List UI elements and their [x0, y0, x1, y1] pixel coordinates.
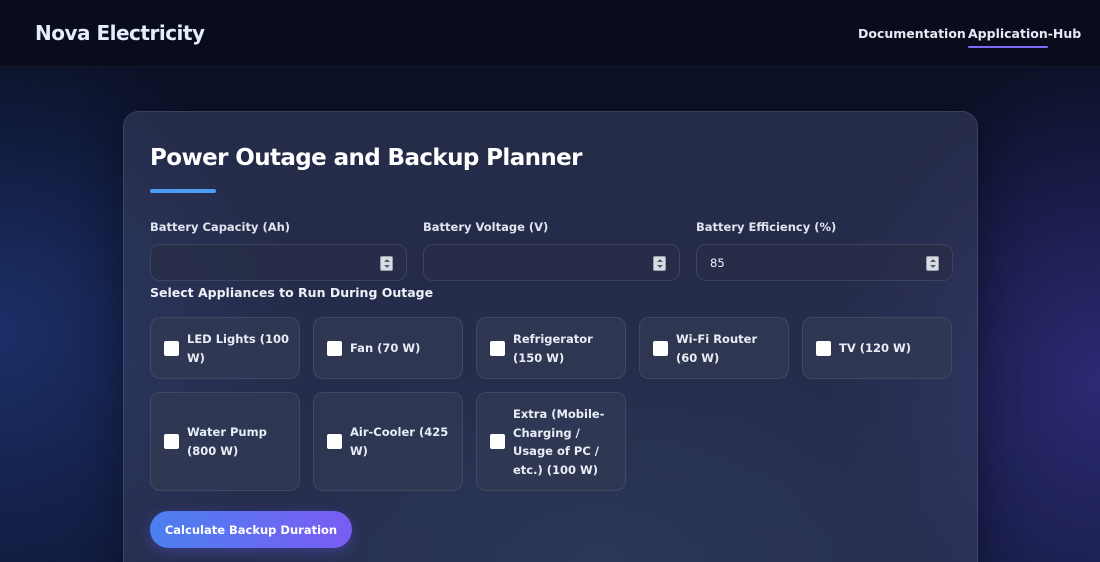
battery-voltage-input[interactable]: [424, 245, 679, 280]
checkbox[interactable]: [164, 341, 179, 356]
spinner-arrows-icon[interactable]: [380, 256, 393, 271]
brand-logo-text[interactable]: Nova Electricity: [35, 21, 205, 45]
checkbox[interactable]: [327, 434, 342, 449]
battery-efficiency-field-wrapper: [696, 244, 953, 281]
calculate-backup-button[interactable]: Calculate Backup Duration: [150, 511, 352, 548]
battery-efficiency-label: Battery Efficiency (%): [696, 220, 837, 234]
appliance-option-wifi-router[interactable]: Wi-Fi Router (60 W): [639, 317, 789, 379]
spinner-arrows-icon[interactable]: [653, 256, 666, 271]
checkbox[interactable]: [490, 341, 505, 356]
checkbox[interactable]: [327, 341, 342, 356]
battery-capacity-field-wrapper: [150, 244, 407, 281]
appliance-option-fan[interactable]: Fan (70 W): [313, 317, 463, 379]
battery-efficiency-input[interactable]: [697, 245, 952, 280]
page-title: Power Outage and Backup Planner: [150, 145, 583, 171]
appliance-label: Refrigerator (150 W): [513, 332, 593, 365]
title-accent-bar: [150, 189, 216, 193]
appliance-label: Wi-Fi Router (60 W): [676, 332, 758, 365]
appliance-option-tv[interactable]: TV (120 W): [802, 317, 952, 379]
appliance-option-extra[interactable]: Extra (Mobile-Charging / Usage of PC / e…: [476, 392, 626, 491]
appliance-option-water-pump[interactable]: Water Pump (800 W): [150, 392, 300, 491]
checkbox[interactable]: [653, 341, 668, 356]
appliance-label: Fan (70 W): [350, 341, 421, 355]
appliance-option-refrigerator[interactable]: Refrigerator (150 W): [476, 317, 626, 379]
checkbox[interactable]: [490, 434, 505, 449]
appliances-heading: Select Appliances to Run During Outage: [150, 285, 434, 300]
planner-card: Power Outage and Backup Planner Battery …: [123, 111, 978, 562]
appliance-label: Extra (Mobile-Charging / Usage of PC / e…: [513, 407, 605, 477]
appliance-option-air-cooler[interactable]: Air-Cooler (425 W): [313, 392, 463, 491]
appliance-label: Air-Cooler (425 W): [350, 425, 449, 458]
battery-voltage-field-wrapper: [423, 244, 680, 281]
appliance-label: TV (120 W): [839, 341, 911, 355]
top-navbar: Nova Electricity Documentation Applicati…: [0, 0, 1100, 67]
battery-capacity-label: Battery Capacity (Ah): [150, 220, 291, 234]
nav-link-application-hub[interactable]: Application-Hub: [968, 26, 1081, 41]
battery-capacity-input[interactable]: [151, 245, 406, 280]
appliance-label: LED Lights (100 W): [187, 332, 290, 365]
appliance-label: Water Pump (800 W): [187, 425, 267, 458]
battery-voltage-label: Battery Voltage (V): [423, 220, 549, 234]
appliance-option-led-lights[interactable]: LED Lights (100 W): [150, 317, 300, 379]
checkbox[interactable]: [164, 434, 179, 449]
checkbox[interactable]: [816, 341, 831, 356]
active-nav-indicator: [968, 46, 1048, 48]
nav-link-documentation[interactable]: Documentation: [858, 26, 966, 41]
spinner-arrows-icon[interactable]: [926, 256, 939, 271]
